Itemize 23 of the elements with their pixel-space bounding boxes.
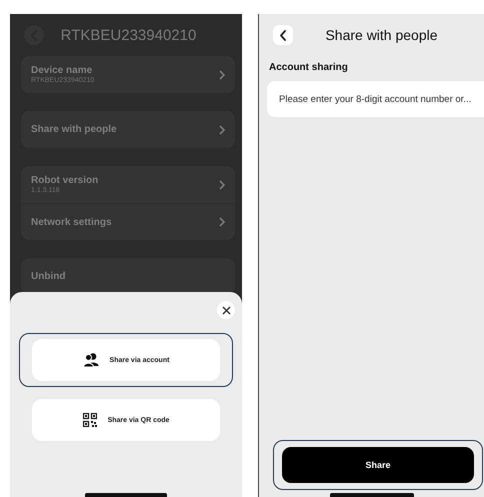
close-button[interactable] [217,301,235,319]
people-icon [82,352,99,368]
chevron-icon [219,70,225,80]
chevron-icon [219,124,225,134]
screen-title: Share with people [324,27,439,43]
share-button[interactable]: Share [282,447,474,483]
back-icon [277,28,289,42]
row-label: Unbind [31,271,66,282]
screen-title: RTKBEU233940210 [60,26,198,44]
row-label: Robot version [31,175,98,186]
account-input-field[interactable]: Please enter your 8-digit account number or... [267,81,484,117]
back-button[interactable] [273,25,293,45]
section-label: Account sharing [269,62,349,73]
row-label: Share with people [31,124,117,135]
row-label: Network settings [31,216,112,228]
chevron-icon [219,180,225,190]
settings-row[interactable]: Network settings [21,203,235,240]
settings-row[interactable]: Unbind [21,258,235,295]
row-label: Device name [31,65,94,76]
settings-row[interactable]: Share with people [21,111,235,148]
chevron-icon [219,217,225,227]
qr-code-icon [82,413,97,427]
close-icon [222,306,230,314]
